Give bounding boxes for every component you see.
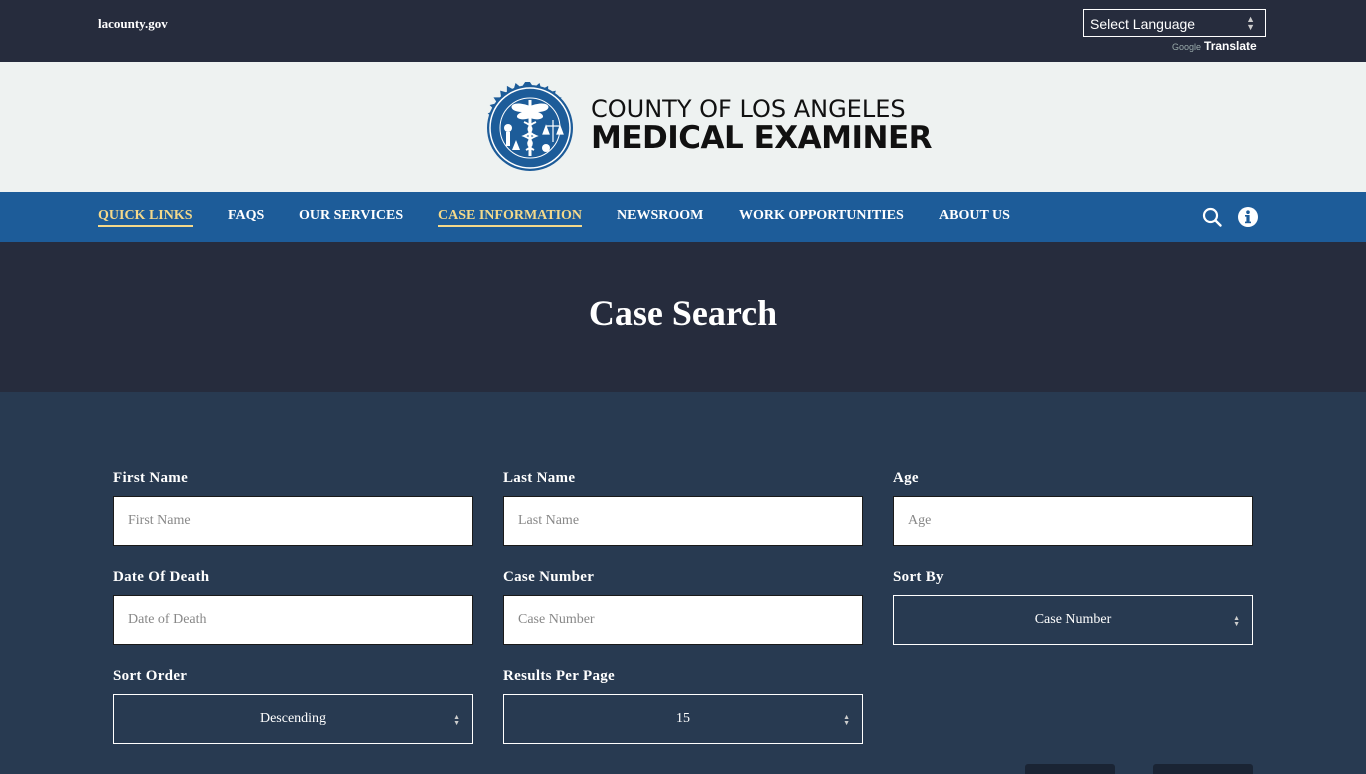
select-arrows-icon: ▲ ▼: [843, 713, 850, 727]
sort-order-label: Sort Order: [113, 668, 188, 684]
nav-item-case-information[interactable]: CASE INFORMATION: [438, 208, 583, 227]
sort-by-value: Case Number: [1034, 612, 1112, 627]
page-title: Case Search: [588, 293, 778, 333]
age-input[interactable]: [893, 496, 1253, 546]
search-button[interactable]: [1025, 764, 1115, 774]
google-translate[interactable]: Google Translate: [1172, 39, 1257, 53]
sort-by-select[interactable]: Case Number ▲ ▼: [893, 595, 1253, 645]
age-label: Age: [893, 470, 919, 486]
nav-item-newsroom[interactable]: NEWSROOM: [617, 208, 703, 224]
date-of-death-label: Date Of Death: [113, 569, 210, 585]
translate-label: Translate: [1204, 39, 1257, 53]
brand-line-county: COUNTY OF LOS ANGELES: [591, 95, 906, 123]
info-icon[interactable]: [1237, 206, 1259, 228]
results-per-page-select[interactable]: 15 ▲ ▼: [503, 694, 863, 744]
results-per-page-value: 15: [676, 711, 690, 726]
department-seal-logo[interactable]: [478, 76, 582, 180]
sort-order-select[interactable]: Descending ▲ ▼: [113, 694, 473, 744]
nav-item-faqs[interactable]: FAQS: [228, 208, 264, 224]
search-icon[interactable]: [1201, 206, 1223, 228]
nav-item-quick-links[interactable]: QUICK LINKS: [98, 208, 193, 227]
brand-header: COUNTY OF LOS ANGELES MEDICAL EXAMINER: [0, 62, 1366, 192]
select-arrows-icon: ▲ ▼: [1246, 14, 1255, 32]
results-per-page-label: Results Per Page: [503, 668, 615, 684]
google-logo: Google: [1172, 42, 1202, 52]
case-number-input[interactable]: [503, 595, 863, 645]
language-select-value: Select Language: [1090, 16, 1196, 32]
date-of-death-input[interactable]: [113, 595, 473, 645]
nav-item-our-services[interactable]: OUR SERVICES: [299, 208, 403, 224]
sort-order-value: Descending: [259, 711, 327, 726]
language-select[interactable]: Select Language ▲ ▼: [1083, 9, 1266, 37]
reset-button[interactable]: [1153, 764, 1253, 774]
main-nav: QUICK LINKS FAQS OUR SERVICES CASE INFOR…: [0, 192, 1366, 242]
page-hero: Case Search: [0, 242, 1366, 392]
last-name-label: Last Name: [503, 470, 576, 486]
nav-item-about-us[interactable]: ABOUT US: [939, 208, 1010, 224]
first-name-label: First Name: [113, 470, 189, 486]
brand-line-medical-examiner: MEDICAL EXAMINER: [591, 120, 933, 156]
select-arrows-icon: ▲ ▼: [1233, 614, 1240, 628]
top-bar: lacounty.gov Select Language ▲ ▼ Google Tr…: [0, 0, 1366, 62]
lacounty-link[interactable]: lacounty.gov: [98, 16, 168, 32]
case-number-label: Case Number: [503, 569, 595, 585]
first-name-input[interactable]: [113, 496, 473, 546]
select-arrows-icon: ▲ ▼: [453, 713, 460, 727]
nav-item-work-opportunities[interactable]: WORK OPPORTUNITIES: [739, 208, 904, 224]
sort-by-label: Sort By: [893, 569, 944, 585]
last-name-input[interactable]: [503, 496, 863, 546]
